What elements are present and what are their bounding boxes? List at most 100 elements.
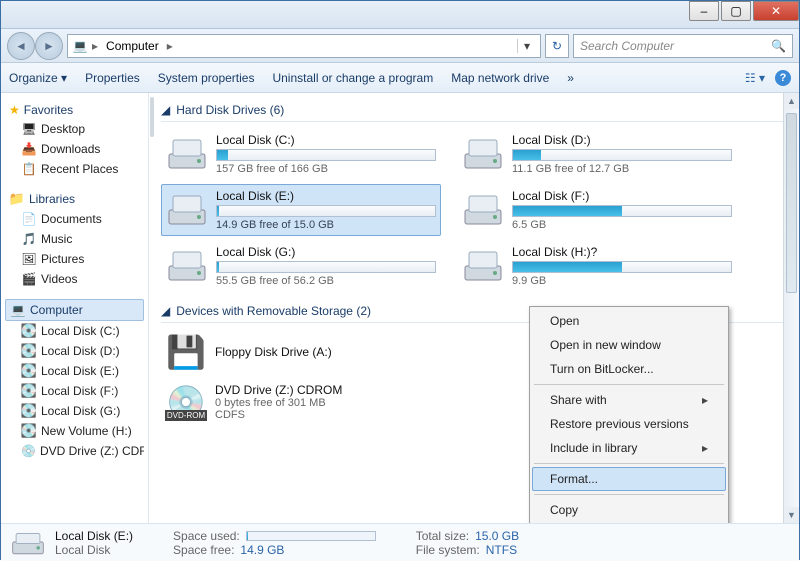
drive-free-text: 6.5 GB bbox=[512, 219, 732, 231]
drive-free-text: 55.5 GB free of 56.2 GB bbox=[216, 275, 436, 287]
sidebar-videos[interactable]: Videos bbox=[5, 269, 144, 289]
close-button[interactable]: ✕ bbox=[753, 1, 799, 21]
refresh-button[interactable]: ↻ bbox=[545, 34, 569, 58]
minimize-button[interactable]: – bbox=[689, 1, 719, 21]
sidebar-downloads[interactable]: Downloads bbox=[5, 139, 144, 159]
sidebar-disk-h[interactable]: New Volume (H:) bbox=[5, 421, 144, 441]
favorites-header[interactable]: ★Favorites bbox=[5, 101, 144, 119]
context-menu-item[interactable]: Include in library▸ bbox=[532, 436, 726, 460]
sidebar-music[interactable]: Music bbox=[5, 229, 144, 249]
disk-icon bbox=[21, 323, 37, 339]
libraries-header[interactable]: Libraries bbox=[5, 189, 144, 209]
documents-icon bbox=[21, 211, 37, 227]
dvd-drive[interactable]: 💿DVD-ROM DVD Drive (Z:) CDROM 0 bytes fr… bbox=[161, 379, 441, 425]
context-menu: OpenOpen in new windowTurn on BitLocker.… bbox=[529, 306, 729, 523]
forward-button[interactable]: ► bbox=[35, 32, 63, 60]
scroll-thumb[interactable] bbox=[786, 113, 797, 293]
context-menu-item[interactable]: Restore previous versions bbox=[532, 412, 726, 436]
dvd-icon bbox=[21, 443, 36, 459]
drive-capacity-bar bbox=[512, 205, 732, 217]
help-icon[interactable]: ? bbox=[775, 70, 791, 86]
title-bar: – ▢ ✕ bbox=[1, 1, 799, 29]
context-menu-item[interactable]: Open bbox=[532, 309, 726, 333]
star-icon: ★ bbox=[9, 103, 20, 117]
navigation-pane: ★Favorites Desktop Downloads Recent Plac… bbox=[1, 93, 149, 523]
back-button[interactable]: ◄ bbox=[7, 32, 35, 60]
scroll-up-arrow[interactable]: ▲ bbox=[784, 93, 799, 109]
sidebar-disk-f[interactable]: Local Disk (F:) bbox=[5, 381, 144, 401]
computer-icon: 💻 bbox=[72, 38, 88, 54]
drive-item[interactable]: Local Disk (F:) 6.5 GB bbox=[457, 184, 737, 236]
floppy-drive[interactable]: 💾 Floppy Disk Drive (A:) bbox=[161, 329, 441, 375]
drive-free-text: 11.1 GB free of 12.7 GB bbox=[512, 163, 732, 175]
expand-icon: ◢ bbox=[161, 304, 170, 318]
drive-item[interactable]: Local Disk (G:) 55.5 GB free of 56.2 GB bbox=[161, 240, 441, 292]
sidebar-documents[interactable]: Documents bbox=[5, 209, 144, 229]
hdd-group-header[interactable]: ◢Hard Disk Drives (6) bbox=[161, 99, 789, 122]
sidebar-desktop[interactable]: Desktop bbox=[5, 119, 144, 139]
sidebar-disk-d[interactable]: Local Disk (D:) bbox=[5, 341, 144, 361]
drive-icon bbox=[166, 135, 208, 173]
drive-icon bbox=[166, 247, 208, 285]
address-dropdown[interactable]: ▾ bbox=[517, 39, 536, 53]
system-properties-button[interactable]: System properties bbox=[158, 71, 255, 85]
sidebar-disk-c[interactable]: Local Disk (C:) bbox=[5, 321, 144, 341]
context-menu-item[interactable]: Share with▸ bbox=[532, 388, 726, 412]
drive-item[interactable]: Local Disk (D:) 11.1 GB free of 12.7 GB bbox=[457, 128, 737, 180]
status-title: Local Disk (E:) bbox=[55, 529, 133, 543]
properties-button[interactable]: Properties bbox=[85, 71, 140, 85]
space-free-value: 14.9 GB bbox=[240, 543, 284, 557]
breadcrumb-computer[interactable]: Computer bbox=[102, 37, 163, 55]
drive-name: Local Disk (D:) bbox=[512, 133, 732, 147]
computer-icon bbox=[10, 302, 26, 318]
downloads-icon bbox=[21, 141, 37, 157]
scroll-down-arrow[interactable]: ▼ bbox=[784, 507, 799, 523]
breadcrumb-sep: ▸ bbox=[167, 39, 173, 53]
context-menu-item[interactable]: Copy bbox=[532, 498, 726, 522]
drive-item[interactable]: Local Disk (H:)? 9.9 GB bbox=[457, 240, 737, 292]
drive-icon bbox=[11, 528, 45, 558]
music-icon bbox=[21, 231, 37, 247]
disk-icon bbox=[21, 383, 37, 399]
sidebar-disk-e[interactable]: Local Disk (E:) bbox=[5, 361, 144, 381]
drive-free-text: 14.9 GB free of 15.0 GB bbox=[216, 219, 436, 231]
map-drive-button[interactable]: Map network drive bbox=[451, 71, 549, 85]
drive-icon bbox=[166, 191, 208, 229]
floppy-icon: 💾 bbox=[165, 333, 207, 371]
disk-icon bbox=[21, 403, 37, 419]
search-placeholder: Search Computer bbox=[580, 39, 674, 53]
sidebar-disk-g[interactable]: Local Disk (G:) bbox=[5, 401, 144, 421]
sidebar-dvd-z[interactable]: DVD Drive (Z:) CDROM bbox=[5, 441, 144, 461]
space-free-label: Space free: bbox=[173, 543, 234, 557]
drive-icon bbox=[462, 191, 504, 229]
filesystem-label: File system: bbox=[416, 543, 480, 557]
sidebar-recent[interactable]: Recent Places bbox=[5, 159, 144, 179]
sidebar-pictures[interactable]: Pictures bbox=[5, 249, 144, 269]
toolbar-overflow[interactable]: » bbox=[567, 71, 574, 85]
drive-name: Local Disk (C:) bbox=[216, 133, 436, 147]
drive-icon bbox=[462, 135, 504, 173]
submenu-arrow-icon: ▸ bbox=[702, 441, 708, 455]
search-input[interactable]: Search Computer 🔍 bbox=[573, 34, 793, 58]
drive-item[interactable]: Local Disk (C:) 157 GB free of 166 GB bbox=[161, 128, 441, 180]
maximize-button[interactable]: ▢ bbox=[721, 1, 751, 21]
drive-name: Local Disk (G:) bbox=[216, 245, 436, 259]
total-size-label: Total size: bbox=[416, 529, 469, 543]
computer-header[interactable]: Computer bbox=[5, 299, 144, 321]
toolbar: Organize ▾ Properties System properties … bbox=[1, 63, 799, 93]
address-bar[interactable]: 💻 ▸ Computer ▸ ▾ bbox=[67, 34, 541, 58]
drive-capacity-bar bbox=[512, 261, 732, 273]
organize-menu[interactable]: Organize ▾ bbox=[9, 71, 67, 85]
context-menu-item[interactable]: Format... bbox=[532, 467, 726, 491]
drive-item[interactable]: Local Disk (E:) 14.9 GB free of 15.0 GB bbox=[161, 184, 441, 236]
breadcrumb-sep: ▸ bbox=[92, 39, 98, 53]
vertical-scrollbar[interactable]: ▲ ▼ bbox=[783, 93, 799, 523]
recent-icon bbox=[21, 161, 37, 177]
uninstall-button[interactable]: Uninstall or change a program bbox=[272, 71, 433, 85]
main-pane: ◢Hard Disk Drives (6) Local Disk (C:) 15… bbox=[155, 93, 799, 523]
view-options-icon[interactable]: ☷ ▾ bbox=[745, 71, 765, 85]
context-menu-item[interactable]: Open in new window bbox=[532, 333, 726, 357]
context-menu-item[interactable]: Turn on BitLocker... bbox=[532, 357, 726, 381]
search-icon: 🔍 bbox=[771, 39, 786, 53]
disk-icon bbox=[21, 343, 37, 359]
